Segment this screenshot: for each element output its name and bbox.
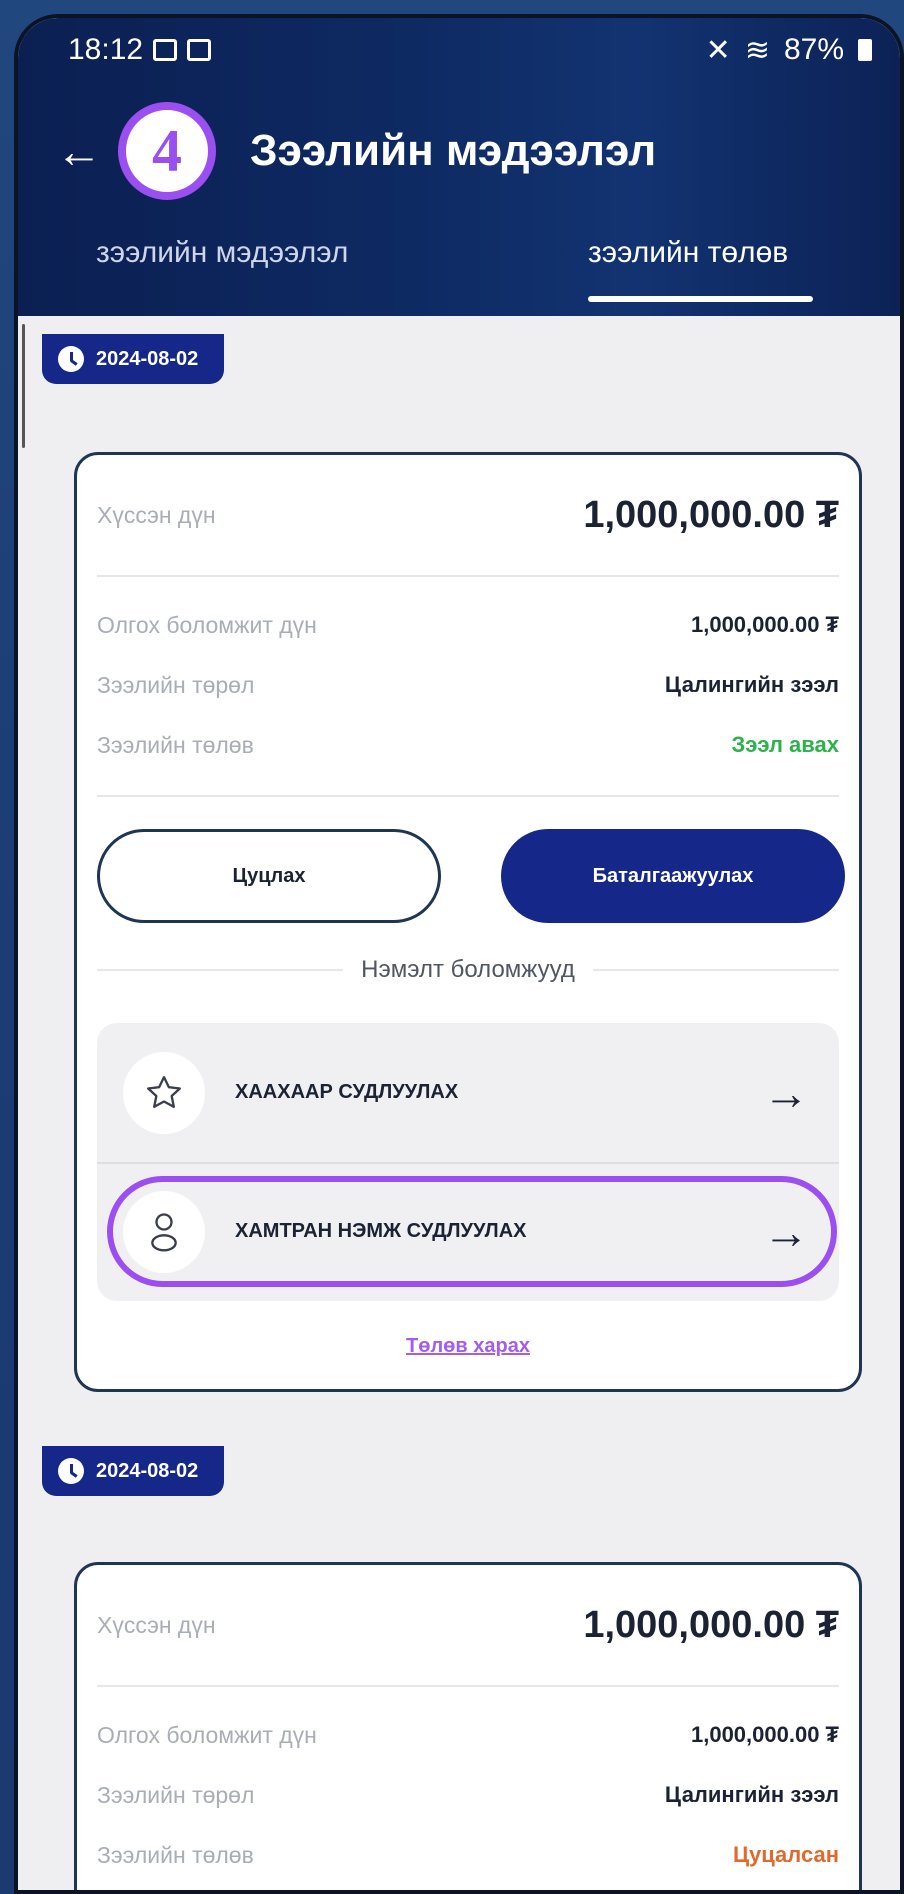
option-item-research[interactable]: ХААХААР СУДЛУУЛАХ → (97, 1023, 839, 1162)
arrow-right-icon: → (763, 1066, 809, 1119)
divider (97, 575, 839, 577)
type-label: Зээлийн төрөл (97, 1781, 255, 1808)
available-row: Олгох боломжит дүн 1,000,000.00 ₮ (97, 1715, 839, 1755)
divider (97, 795, 839, 797)
date-text: 2024-08-02 (96, 347, 199, 370)
loan-card: Хүссэн дүн 1,000,000.00 ₮ Олгох боломжит… (74, 452, 862, 1392)
view-status-link[interactable]: Төлөв харах (77, 1335, 859, 1358)
status-label: Зээлийн төлөв (97, 731, 254, 758)
divider (97, 969, 344, 971)
status-row: Зээлийн төлөв Цуцалсан (97, 1835, 839, 1875)
screen: 18:12 ✕ ≋ 87% ← 4 Зээлийн мэдээлэл зээли… (0, 0, 904, 1894)
wifi-icon: ≋ (744, 33, 770, 67)
requested-row: Хүссэн дүн 1,000,000.00 ₮ (97, 1595, 839, 1655)
loan-card: Хүссэн дүн 1,000,000.00 ₮ Олгох боломжит… (74, 1562, 862, 1890)
divider (97, 1685, 839, 1687)
tab-loan-status[interactable]: зээлийн төлөв (588, 236, 788, 270)
person-icon (123, 1190, 205, 1273)
back-arrow-icon[interactable]: ← (56, 128, 102, 174)
cancel-button[interactable]: Цуцлах (97, 829, 441, 923)
tab-bar: зээлийн мэдээлэл зээлийн төлөв (18, 228, 900, 316)
status-row: Зээлийн төлөв Зээл авах (97, 725, 839, 765)
requested-label: Хүссэн дүн (97, 501, 216, 528)
mute-icon: ✕ (705, 33, 731, 67)
option-label: ХАМТРАН НЭМЖ СУДЛУУЛАХ (235, 1220, 527, 1242)
requested-row: Хүссэн дүн 1,000,000.00 ₮ (97, 485, 839, 545)
arrow-right-icon: → (763, 1205, 809, 1258)
available-amount: 1,000,000.00 ₮ (690, 612, 839, 637)
type-label: Зээлийн төрөл (97, 671, 255, 698)
requested-amount: 1,000,000.00 ₮ (583, 493, 839, 536)
status-value: Зээл авах (731, 732, 839, 757)
app-header: 18:12 ✕ ≋ 87% ← 4 Зээлийн мэдээлэл зээли… (18, 18, 900, 316)
scrollbar[interactable] (22, 324, 25, 448)
active-tab-indicator (588, 296, 813, 302)
type-value: Цалингийн зээл (664, 1782, 839, 1807)
available-label: Олгох боломжит дүн (97, 1721, 317, 1748)
tab-loan-info[interactable]: зээлийн мэдээлэл (96, 236, 348, 270)
date-text: 2024-08-02 (96, 1459, 199, 1482)
clock-icon (58, 1458, 84, 1484)
status-time: 18:12 (68, 33, 144, 66)
top-bar: ← 4 Зээлийн мэдээлэл (18, 96, 900, 206)
date-badge: 2024-08-02 (42, 334, 224, 384)
available-row: Олгох боломжит дүн 1,000,000.00 ₮ (97, 605, 839, 645)
available-label: Олгох боломжит дүн (97, 611, 317, 638)
loan-list[interactable]: 2024-08-02 Хүссэн дүн 1,000,000.00 ₮ Олг… (18, 316, 900, 1890)
date-badge: 2024-08-02 (42, 1446, 224, 1496)
requested-amount: 1,000,000.00 ₮ (583, 1603, 839, 1646)
gallery-icon (153, 39, 178, 61)
status-value: Цуцалсан (732, 1842, 839, 1867)
type-row: Зээлийн төрөл Цалингийн зээл (97, 1775, 839, 1815)
confirm-button[interactable]: Баталгаажуулах (501, 829, 845, 923)
phone-frame: 18:12 ✕ ≋ 87% ← 4 Зээлийн мэдээлэл зээли… (14, 14, 904, 1894)
type-value: Цалингийн зээл (664, 672, 839, 697)
requested-label: Хүссэн дүн (97, 1611, 216, 1638)
status-bar: 18:12 ✕ ≋ 87% (68, 28, 872, 72)
status-right: ✕ ≋ 87% (706, 33, 872, 68)
option-item-co-borrower[interactable]: ХАМТРАН НЭМЖ СУДЛУУЛАХ → (97, 1162, 839, 1301)
page-title: Зээлийн мэдээлэл (250, 126, 657, 175)
calendar-icon (187, 39, 212, 61)
step-number-badge: 4 (118, 102, 216, 200)
type-row: Зээлийн төрөл Цалингийн зээл (97, 665, 839, 705)
status-label: Зээлийн төлөв (97, 1841, 254, 1868)
available-amount: 1,000,000.00 ₮ (690, 1722, 839, 1747)
extra-options-list: ХААХААР СУДЛУУЛАХ → ХАМТРАН НЭМЖ СУДЛУУЛ… (97, 1023, 839, 1301)
extra-options-label: Нэмэлт боломжууд (361, 956, 575, 983)
star-icon (123, 1051, 205, 1134)
divider (592, 969, 839, 971)
battery-icon (858, 39, 872, 61)
clock-icon (58, 346, 84, 372)
option-label: ХААХААР СУДЛУУЛАХ (235, 1081, 459, 1103)
battery-percent: 87% (783, 33, 844, 66)
extra-options-heading: Нэмэлт боломжууд (97, 955, 839, 985)
